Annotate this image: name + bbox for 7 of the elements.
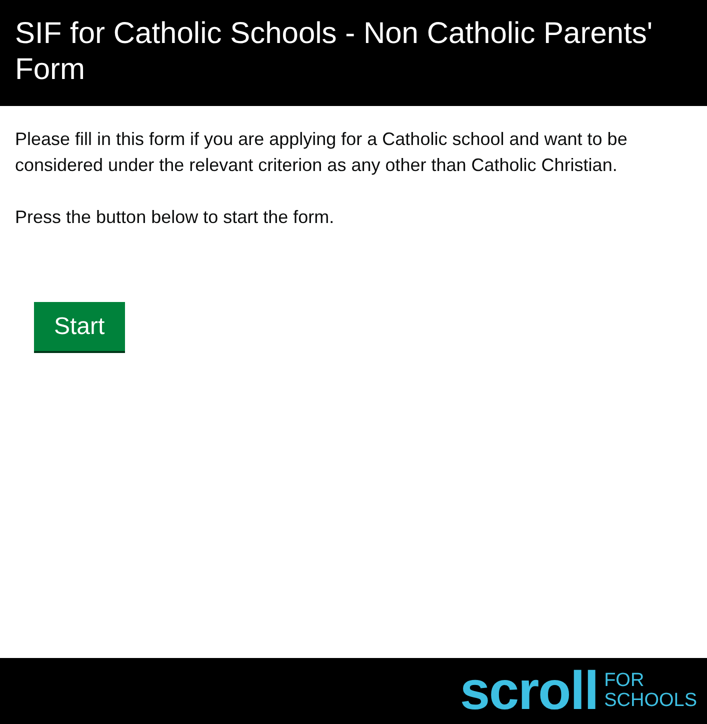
logo-tagline: FOR	[604, 671, 646, 691]
instruction-text: Please fill in this form if you are applying for a Catholic school and want to be considered under the relevant criterion as any other than Catholic Christian.	[15, 128, 628, 177]
logo-wordmark: scroll	[460, 664, 598, 718]
logo-tagline: SCHOOLS	[604, 691, 697, 711]
instruction-text: Press the button below to start the form.	[15, 206, 336, 229]
start-button[interactable]: Start	[34, 302, 125, 351]
page-title: SIF for Catholic Schools - Non Catholic Parents' Form	[15, 16, 654, 88]
